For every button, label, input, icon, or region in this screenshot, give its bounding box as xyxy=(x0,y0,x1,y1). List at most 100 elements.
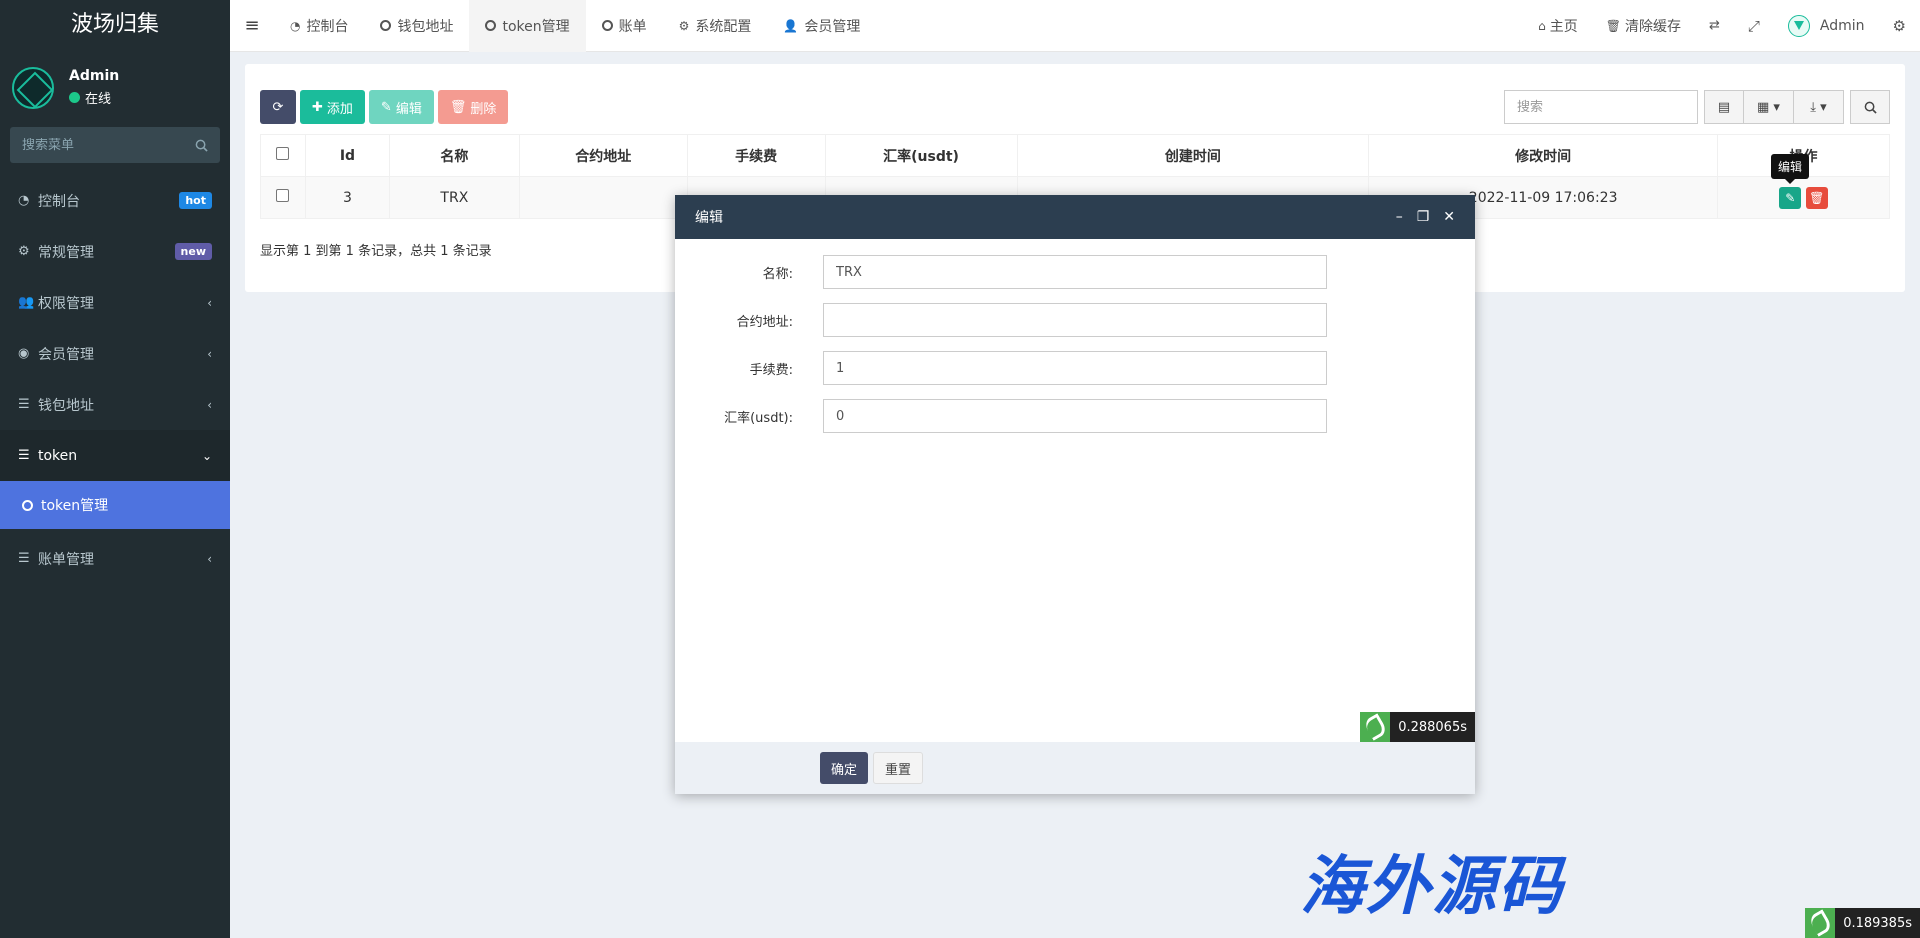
user-circle-icon: ◉ xyxy=(18,346,30,361)
field-label: 名称: xyxy=(762,266,793,282)
col-header-id[interactable]: Id xyxy=(304,134,390,177)
fee-input[interactable] xyxy=(823,351,1327,385)
row-delete-button[interactable]: 🗑 xyxy=(1805,186,1828,209)
form-row-address: 合约地址: xyxy=(675,303,1327,337)
modal-header[interactable]: 编辑 – ❐ ✕ xyxy=(675,195,1475,239)
sidebar-item-bills[interactable]: ☰ 账单管理 ‹ xyxy=(0,533,230,584)
pagination-info: 显示第 1 到第 1 条记录，总共 1 条记录 xyxy=(260,244,492,259)
confirm-button[interactable]: 确定 xyxy=(820,752,869,784)
clear-cache-label: 清除缓存 xyxy=(1625,18,1681,35)
delete-button[interactable]: 🗑 删除 xyxy=(437,90,509,124)
maximize-icon[interactable]: ❐ xyxy=(1417,209,1430,225)
circle-icon xyxy=(601,20,613,31)
table-right-tools: ▤ ▦ ▾ ⤓ ▾ xyxy=(1504,90,1890,124)
row-edit-button[interactable]: ✎ xyxy=(1779,186,1802,209)
edit-button[interactable]: ✎ 编辑 xyxy=(368,90,434,124)
circle-icon xyxy=(22,499,33,511)
status-text: 在线 xyxy=(85,92,112,107)
edit-modal: 编辑 – ❐ ✕ 名称: 合约地址: 手续费: 汇率(usdt): 0.2880… xyxy=(675,195,1475,794)
select-all-checkbox[interactable] xyxy=(276,147,290,160)
sidebar-item-label: 常规管理 xyxy=(38,244,94,261)
dashboard-icon: ◔ xyxy=(290,18,301,33)
col-header-created[interactable]: 创建时间 xyxy=(1016,134,1370,177)
toggle-view-icon[interactable]: ▤ xyxy=(1704,90,1744,124)
col-header-name[interactable]: 名称 xyxy=(388,134,520,177)
search-icon[interactable] xyxy=(1850,90,1890,124)
gear-icon: ⚙ xyxy=(678,18,690,33)
col-header-updated[interactable]: 修改时间 xyxy=(1368,134,1719,177)
sidebar-item-label: token管理 xyxy=(41,498,109,514)
home-link[interactable]: ⌂ 主页 xyxy=(1524,16,1592,36)
col-header-fee[interactable]: 手续费 xyxy=(686,134,826,177)
tab-dashboard[interactable]: ◔ 控制台 xyxy=(274,0,364,52)
chevron-left-icon: ‹ xyxy=(207,551,212,566)
user-menu-label: Admin xyxy=(1819,17,1865,34)
timing-value: 0.288065s xyxy=(1398,719,1467,735)
rate-input[interactable] xyxy=(823,399,1327,433)
tab-label: 控制台 xyxy=(306,18,349,35)
chevron-left-icon: ‹ xyxy=(207,397,212,412)
page-timing-badge: 0.189385s xyxy=(1805,908,1920,938)
field-label: 合约地址: xyxy=(736,314,793,330)
cell-actions: ✎ 🗑 xyxy=(1717,176,1890,219)
close-icon[interactable]: ✕ xyxy=(1443,209,1455,225)
sidebar-item-general[interactable]: ⚙ 常规管理 new xyxy=(0,226,230,277)
columns-dropdown-icon[interactable]: ▦ ▾ xyxy=(1744,90,1794,124)
chevron-left-icon: ‹ xyxy=(207,346,212,361)
new-badge: new xyxy=(174,243,212,260)
circle-icon xyxy=(485,20,497,31)
settings-gear-icon[interactable]: ⚙ xyxy=(1879,17,1920,35)
menu-toggle-icon[interactable]: ≡ xyxy=(230,15,274,36)
name-input[interactable] xyxy=(823,255,1327,289)
trash-icon: 🗑 xyxy=(1809,190,1825,205)
user-status: 在线 xyxy=(69,88,119,107)
sidebar-item-wallet[interactable]: ☰ 钱包地址 ‹ xyxy=(0,379,230,430)
tab-wallet[interactable]: 钱包地址 xyxy=(364,0,469,52)
home-label: 主页 xyxy=(1549,18,1578,35)
sidebar-item-token-manage[interactable]: token管理 xyxy=(0,481,230,529)
sidebar-item-permissions[interactable]: 👥 权限管理 ‹ xyxy=(0,277,230,328)
tab-token-manage[interactable]: token管理 xyxy=(469,0,586,52)
modal-footer: 确定 重置 xyxy=(675,742,1475,794)
sidebar-item-label: 会员管理 xyxy=(38,346,94,363)
col-header-address[interactable]: 合约地址 xyxy=(518,134,688,177)
online-dot-icon xyxy=(69,92,80,103)
export-dropdown-icon[interactable]: ⤓ ▾ xyxy=(1794,90,1844,124)
brand-title[interactable]: 波场归集 xyxy=(0,0,230,50)
tab-system-config[interactable]: ⚙ 系统配置 xyxy=(663,0,768,52)
form-row-rate: 汇率(usdt): xyxy=(675,399,1327,433)
table-search-input[interactable] xyxy=(1504,90,1698,124)
sidebar: 波场归集 Admin 在线 ◔ 控制台 hot ⚙ 常规管理 new 👥 权限管… xyxy=(0,0,230,938)
user-menu[interactable]: Admin xyxy=(1774,14,1879,37)
refresh-button[interactable]: ⟳ xyxy=(260,90,296,124)
user-panel: Admin 在线 xyxy=(0,50,230,125)
list-icon: ☰ xyxy=(18,397,30,412)
tab-label: 会员管理 xyxy=(804,18,861,35)
add-button[interactable]: ✚ 添加 xyxy=(300,90,365,124)
plus-icon: ✚ xyxy=(312,99,323,115)
sidebar-search-input[interactable] xyxy=(22,137,172,153)
fullscreen-icon[interactable]: ⤢ xyxy=(1734,17,1774,35)
contract-address-input[interactable] xyxy=(823,303,1327,337)
sidebar-item-members[interactable]: ◉ 会员管理 ‹ xyxy=(0,328,230,379)
form-row-name: 名称: xyxy=(675,255,1327,289)
table-toolbar: ⟳ ✚ 添加 ✎ 编辑 🗑 删除 xyxy=(260,90,509,124)
sidebar-search xyxy=(10,127,220,163)
avatar xyxy=(12,66,54,109)
user-name: Admin xyxy=(69,68,120,84)
clear-cache-button[interactable]: 🗑 清除缓存 xyxy=(1592,16,1695,36)
tab-members[interactable]: 👤 会员管理 xyxy=(767,0,876,52)
minimize-icon[interactable]: – xyxy=(1396,209,1403,225)
row-checkbox[interactable] xyxy=(276,189,290,202)
reset-button[interactable]: 重置 xyxy=(873,752,924,784)
timing-value: 0.189385s xyxy=(1843,915,1912,931)
add-label: 添加 xyxy=(326,101,353,117)
search-icon[interactable] xyxy=(195,139,208,152)
sidebar-item-dashboard[interactable]: ◔ 控制台 hot xyxy=(0,175,230,226)
translate-icon[interactable]: ⇄ xyxy=(1695,18,1734,33)
circle-icon xyxy=(380,20,392,31)
tab-bills[interactable]: 账单 xyxy=(586,0,663,52)
field-label: 汇率(usdt): xyxy=(724,410,793,426)
col-header-rate[interactable]: 汇率(usdt) xyxy=(824,134,1018,177)
sidebar-item-token[interactable]: ☰ token ⌄ xyxy=(0,430,230,481)
